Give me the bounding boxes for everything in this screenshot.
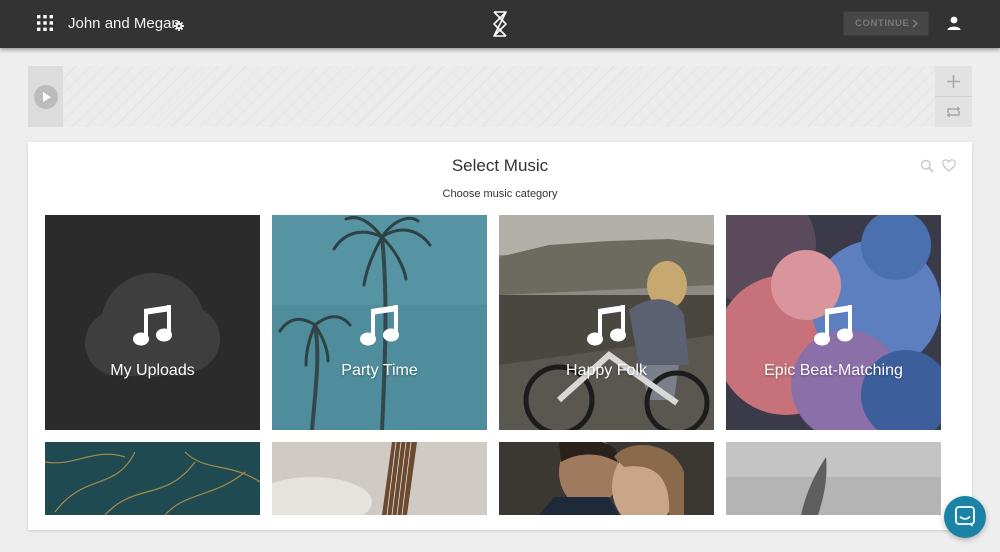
category-tile-party-time[interactable]: Party Time [272,215,487,430]
category-tile-row2-4[interactable] [726,442,941,515]
repeat-button[interactable] [935,97,972,127]
add-clip-button[interactable] [935,66,972,97]
plus-icon [947,75,960,88]
timeline [28,66,972,127]
chevron-right-icon [912,19,918,28]
panel-subtitle: Choose music category [442,188,558,200]
favorites-button[interactable] [942,159,956,172]
category-label: My Uploads [110,362,195,379]
repeat-icon [946,106,961,118]
play-button[interactable] [34,85,58,109]
guitar-image [272,442,487,515]
category-tile-row2-1[interactable] [45,442,260,515]
music-note-icon [814,305,853,346]
apps-grid-icon [37,15,53,31]
chat-icon [955,506,975,527]
music-note-icon [587,305,626,346]
category-tile-my-uploads[interactable]: My Uploads [45,215,260,430]
heart-icon [942,159,956,172]
category-tile-happy-folk[interactable]: Happy Folk [499,215,714,430]
music-note-icon [133,305,172,346]
continue-button-label: CONTINUE [855,18,910,29]
category-tile-row2-2[interactable] [272,442,487,515]
timeline-controls [28,66,63,127]
user-account-button[interactable] [946,15,962,31]
apps-menu-button[interactable] [36,14,54,32]
category-label: Party Time [341,362,418,379]
gold-lines-image [45,442,260,515]
category-tile-row2-3[interactable] [499,442,714,515]
search-icon [920,159,934,173]
user-icon [947,16,961,30]
timeline-actions [935,66,972,127]
sculpture-image [726,442,941,515]
chat-launcher-button[interactable] [944,496,986,538]
continue-button[interactable]: CONTINUE [843,11,929,36]
panel-title: Select Music [451,156,549,175]
project-settings-button[interactable] [174,18,184,31]
brand-logo-icon [493,11,507,37]
top-bar: John and Megan CONTINUE [0,0,1000,48]
music-note-icon [360,305,399,346]
gear-icon [174,21,184,31]
category-label: Epic Beat-Matching [764,362,903,379]
search-music-button[interactable] [920,159,934,173]
category-tile-epic-beat-matching[interactable]: Epic Beat-Matching [726,215,941,430]
project-title[interactable]: John and Megan [68,15,180,33]
brand-logo[interactable] [490,10,510,38]
timeline-track[interactable] [63,66,935,127]
couple-image [499,442,714,515]
category-label: Happy Folk [566,362,647,379]
music-panel: Select Music Choose music category My Up… [28,142,972,530]
